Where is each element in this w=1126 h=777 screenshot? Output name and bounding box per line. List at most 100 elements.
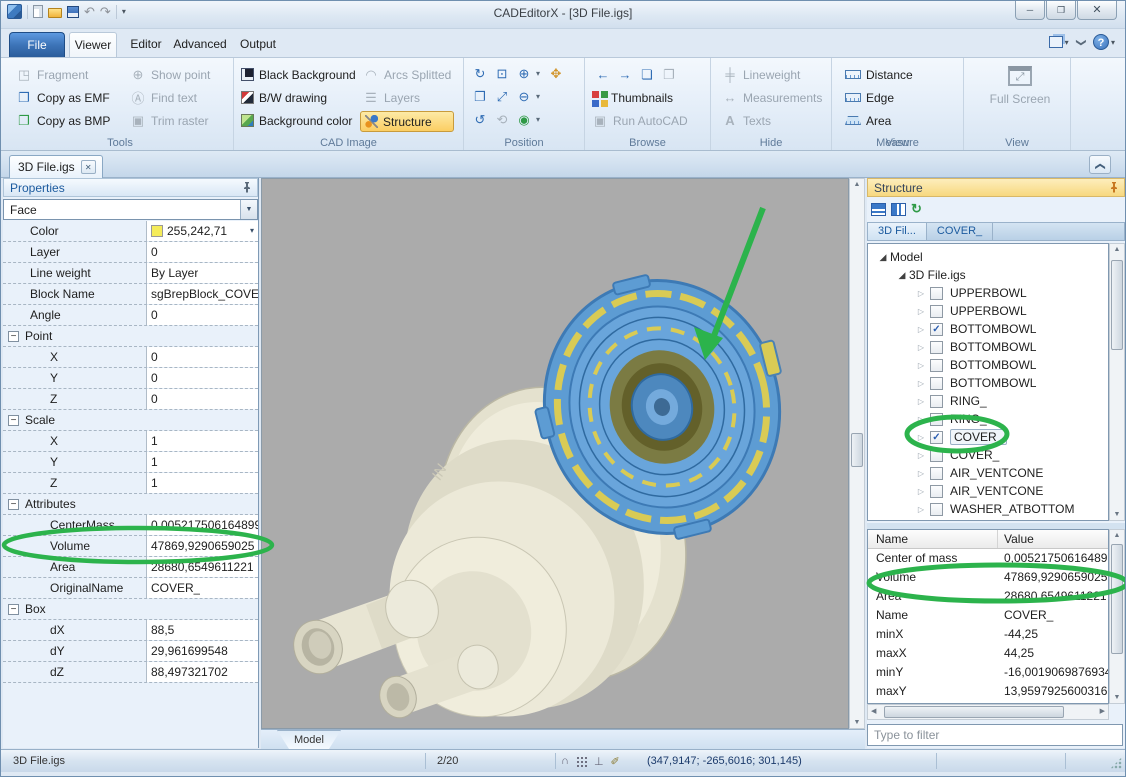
property-value[interactable]: 1 xyxy=(146,431,258,451)
grid-icon[interactable] xyxy=(576,756,587,767)
property-value[interactable]: 88,5 xyxy=(146,620,258,640)
split-vertical-icon[interactable] xyxy=(891,203,906,216)
tab-advanced[interactable]: Advanced xyxy=(169,32,231,57)
property-value[interactable]: 0 xyxy=(146,389,258,409)
split-horizontal-icon[interactable] xyxy=(871,203,886,216)
zoom-out-dropdown-icon[interactable]: ▾ xyxy=(536,92,544,101)
arcs-splitted-button[interactable]: ◠ Arcs Splitted xyxy=(360,63,454,86)
visibility-checkbox[interactable] xyxy=(930,467,943,480)
property-value[interactable]: 0 xyxy=(146,347,258,367)
collapsed-arrow-icon[interactable]: ▷ xyxy=(914,415,928,424)
tree-item[interactable]: ▷RING_ xyxy=(868,392,1108,410)
visibility-checkbox[interactable] xyxy=(930,377,943,390)
scroll-left-icon[interactable]: ◀ xyxy=(871,705,876,719)
orbit-icon[interactable]: ↻ xyxy=(470,64,490,84)
property-value[interactable]: COVER_ xyxy=(146,578,258,598)
table-row[interactable]: maxX44,25 xyxy=(868,644,1108,663)
collapsed-arrow-icon[interactable]: ▷ xyxy=(914,307,928,316)
scroll-thumb[interactable] xyxy=(851,433,863,467)
scroll-down-icon[interactable]: ▼ xyxy=(850,719,864,726)
collapsed-arrow-icon[interactable]: ▷ xyxy=(914,451,928,460)
tab-file[interactable]: File xyxy=(9,32,65,57)
table-vertical-scrollbar[interactable]: ▲ ▼ xyxy=(1109,529,1125,704)
property-value[interactable]: 255,242,71▾ xyxy=(146,221,258,241)
property-row[interactable]: Layer0 xyxy=(3,242,258,263)
osnap-magnet-icon[interactable]: ∩ xyxy=(561,755,569,767)
tree-item[interactable]: ▷BOTTOMBOWL xyxy=(868,356,1108,374)
property-row[interactable]: Y0 xyxy=(3,368,258,389)
background-color-button[interactable]: Background color xyxy=(238,109,359,132)
property-value[interactable]: 88,497321702 xyxy=(146,662,258,682)
scroll-up-icon[interactable]: ▲ xyxy=(850,181,864,188)
expanded-arrow-icon[interactable]: ◢ xyxy=(876,252,890,263)
property-row[interactable]: Block NamesgBrepBlock_COVER__ xyxy=(3,284,258,305)
copy-view-icon[interactable]: ❐ xyxy=(470,87,490,107)
collapsed-arrow-icon[interactable]: ▷ xyxy=(914,397,928,406)
structure-toggle-button[interactable]: Structure xyxy=(360,111,454,132)
property-category-row[interactable]: −Attributes xyxy=(3,494,258,515)
visual-style-icon[interactable]: ◉ xyxy=(514,110,534,130)
property-category-row[interactable]: −Scale xyxy=(3,410,258,431)
property-value[interactable]: 1 xyxy=(146,452,258,472)
resize-grip[interactable] xyxy=(1110,757,1122,769)
scroll-thumb[interactable] xyxy=(1111,544,1123,654)
visibility-checkbox[interactable] xyxy=(930,305,943,318)
bw-drawing-button[interactable]: B/W drawing xyxy=(238,86,359,109)
collapsed-arrow-icon[interactable]: ▷ xyxy=(914,487,928,496)
fit-to-screen-icon[interactable]: ⤢ xyxy=(492,87,512,107)
tree-scrollbar[interactable]: ▲ ▼ xyxy=(1109,243,1125,521)
property-value[interactable]: 0 xyxy=(146,242,258,262)
property-value[interactable]: 1 xyxy=(146,473,258,493)
property-row[interactable]: dZ88,497321702 xyxy=(3,662,258,683)
collapsed-arrow-icon[interactable]: ▷ xyxy=(914,469,928,478)
help-button[interactable]: ? ▾ xyxy=(1093,34,1115,50)
tree-item[interactable]: ▷WASHER_ATBOTTOM xyxy=(868,500,1108,518)
property-value[interactable]: 0 xyxy=(146,305,258,325)
visibility-checkbox[interactable] xyxy=(930,449,943,462)
property-row[interactable]: Z1 xyxy=(3,473,258,494)
collapsed-arrow-icon[interactable]: ▷ xyxy=(914,505,928,514)
filter-input[interactable] xyxy=(867,724,1123,746)
collapse-icon[interactable]: − xyxy=(8,331,19,342)
table-row[interactable]: Center of mass0,005217506164899 xyxy=(868,549,1108,568)
property-row[interactable]: OriginalNameCOVER_ xyxy=(3,578,258,599)
dropdown-arrow-icon[interactable]: ▾ xyxy=(250,221,254,241)
back-icon[interactable]: ← xyxy=(595,67,611,82)
tree-item[interactable]: ▷✓BOTTOMBOWL xyxy=(868,320,1108,338)
column-header-value[interactable]: Value xyxy=(998,530,1108,548)
structure-tab-cover[interactable]: COVER_ xyxy=(927,223,993,240)
tree-item[interactable]: ▷RING_ xyxy=(868,410,1108,428)
zoom-out-icon[interactable]: ⊖ xyxy=(514,87,534,107)
property-category-row[interactable]: −Point xyxy=(3,326,258,347)
pen-icon[interactable]: ✐ xyxy=(611,755,620,768)
visibility-checkbox[interactable] xyxy=(930,395,943,408)
show-point-button[interactable]: ⊕ Show point xyxy=(127,63,213,86)
property-value[interactable]: 0,00521750616489952 xyxy=(146,515,258,535)
black-background-button[interactable]: Black Background xyxy=(238,63,359,86)
property-category-row[interactable]: −Box xyxy=(3,599,258,620)
combo-arrow-icon[interactable]: ▼ xyxy=(240,200,257,219)
zoom-window-icon[interactable]: ⊡ xyxy=(492,64,512,84)
property-row[interactable]: Line weightBy Layer xyxy=(3,263,258,284)
tree-item[interactable]: ▷UPPERBOWL xyxy=(868,302,1108,320)
tree-item[interactable]: ▷AIR_VENTCONE xyxy=(868,464,1108,482)
fragment-button[interactable]: ◳ Fragment xyxy=(13,63,113,86)
collapse-icon[interactable]: − xyxy=(8,499,19,510)
collapsed-arrow-icon[interactable]: ▷ xyxy=(914,325,928,334)
table-horizontal-scrollbar[interactable]: ◀ ▶ xyxy=(867,704,1109,720)
property-row[interactable]: Color255,242,71▾ xyxy=(3,221,258,242)
visibility-checkbox[interactable] xyxy=(930,287,943,300)
minimize-button[interactable]: ─ xyxy=(1015,1,1045,20)
property-value[interactable]: 0 xyxy=(146,368,258,388)
tree-item[interactable]: ◢Model xyxy=(868,248,1108,266)
window-select-button[interactable]: ▾ xyxy=(1049,36,1069,48)
property-row[interactable]: Y1 xyxy=(3,452,258,473)
zoom-in-dropdown-icon[interactable]: ▾ xyxy=(536,69,544,78)
tree-item[interactable]: ▷UPPERBOWL xyxy=(868,284,1108,302)
scroll-up-icon[interactable]: ▲ xyxy=(1110,532,1124,539)
pin-icon[interactable] xyxy=(1109,182,1119,196)
area-button[interactable]: Area xyxy=(842,109,916,132)
scroll-thumb[interactable] xyxy=(884,706,1064,718)
visibility-checkbox[interactable] xyxy=(930,485,943,498)
visibility-checkbox[interactable] xyxy=(930,359,943,372)
